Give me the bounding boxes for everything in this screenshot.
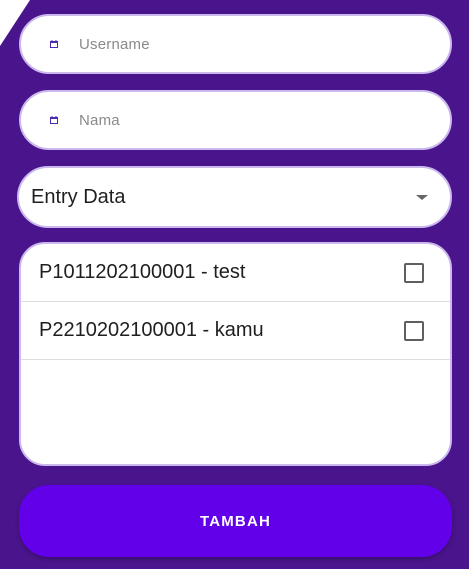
arrow-drop-down-icon (416, 194, 428, 200)
tambah-button[interactable]: TAMBAH (19, 485, 452, 557)
item-list: P1011202100001 - test P2210202100001 - k… (19, 242, 452, 466)
entry-data-dropdown[interactable]: Entry Data (17, 166, 452, 228)
username-field[interactable]: Username (19, 14, 452, 74)
list-item[interactable]: P2210202100001 - kamu (21, 302, 450, 360)
tambah-button-label: TAMBAH (199, 512, 272, 530)
list-item-label: P1011202100001 - test (39, 261, 246, 283)
nama-placeholder: Nama (79, 111, 120, 129)
list-item-label: P2210202100001 - kamu (39, 319, 264, 341)
list-item-checkbox[interactable] (404, 262, 424, 283)
calendar-icon (48, 39, 59, 50)
dropdown-selected-value: Entry Data (31, 185, 126, 208)
list-item[interactable]: P1011202100001 - test (21, 244, 450, 302)
calendar-icon (48, 115, 59, 126)
nama-field[interactable]: Nama (19, 90, 452, 150)
list-item-checkbox[interactable] (404, 320, 424, 341)
username-placeholder: Username (79, 35, 150, 53)
